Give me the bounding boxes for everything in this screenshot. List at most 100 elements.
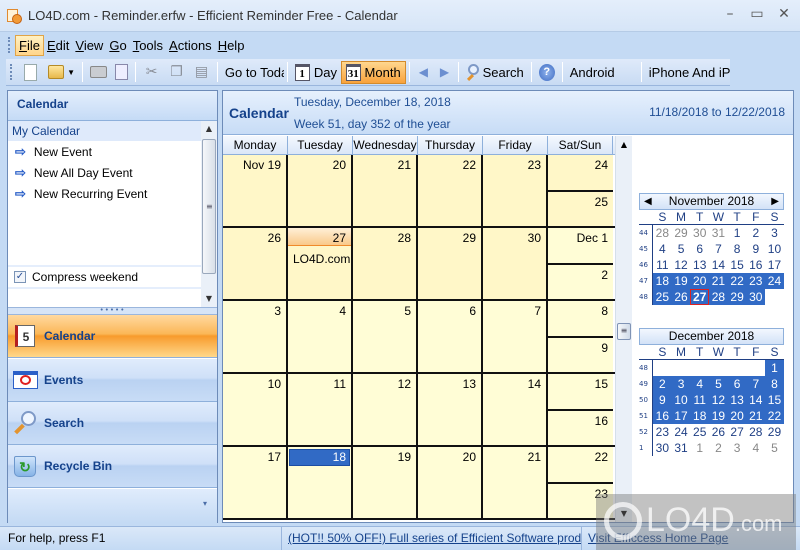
mini-calendar-day[interactable]: 24 [765, 273, 784, 289]
calendar-scrollbar[interactable]: ▲ ≡ ▼ [615, 136, 632, 522]
mini-calendar-day[interactable]: 14 [746, 392, 766, 408]
mini-calendar-day[interactable]: 28 [746, 424, 765, 440]
mini-calendar-day[interactable]: 18 [653, 273, 672, 289]
mini-calendar-day[interactable]: 28 [709, 289, 728, 305]
day-cell[interactable]: 7 [483, 301, 548, 372]
day-cell[interactable]: Nov 19 [223, 155, 288, 226]
maximize-button[interactable]: ▭ [745, 6, 769, 22]
day-cell[interactable]: 14 [483, 374, 548, 445]
sunday-cell[interactable]: 25 [548, 191, 613, 226]
help-button[interactable]: ? [535, 61, 559, 84]
nav-calendar[interactable]: 5 Calendar [8, 315, 217, 358]
scroll-thumb[interactable]: ≡ [617, 323, 631, 340]
checkbox-checked-icon[interactable]: ✓ [14, 271, 26, 283]
day-cell[interactable]: 26 [223, 228, 288, 299]
mini-calendar-day[interactable]: 23 [653, 424, 672, 440]
mini-calendar-day[interactable]: 11 [653, 257, 672, 273]
menu-go[interactable]: Go [106, 36, 129, 55]
mini-calendar-day[interactable]: 28 [653, 225, 672, 241]
mini-calendar-day[interactable]: 12 [709, 392, 728, 408]
mini-calendar-day[interactable]: 10 [671, 392, 691, 408]
mini-calendar-day[interactable]: 16 [653, 408, 672, 424]
chevron-down-icon[interactable]: ▾ [203, 499, 207, 508]
mini-calendar-day[interactable]: 13 [690, 257, 709, 273]
day-cell[interactable]: 4 [288, 301, 353, 372]
mini-calendar-day[interactable]: 9 [746, 241, 765, 257]
search-button[interactable]: Search [462, 61, 528, 84]
mini-calendar-day[interactable]: 3 [728, 440, 747, 456]
cut-button[interactable]: ✂ [139, 61, 164, 84]
mini-calendar-day[interactable]: 13 [727, 392, 747, 408]
menu-actions[interactable]: Actions [166, 36, 215, 55]
sunday-cell[interactable]: 9 [548, 337, 613, 372]
scroll-down-icon[interactable]: ▼ [201, 291, 217, 307]
nav-search[interactable]: Search [8, 402, 217, 445]
day-cell[interactable]: 13 [418, 374, 483, 445]
minimize-button[interactable]: – [718, 6, 742, 22]
nav-configure-button[interactable]: ▾ [8, 489, 217, 523]
toolbar-grip[interactable] [10, 64, 13, 80]
mini-calendar-day[interactable]: 10 [765, 241, 784, 257]
day-cell[interactable]: 3 [223, 301, 288, 372]
scroll-thumb[interactable]: ≡ [202, 139, 216, 274]
saturday-cell[interactable]: 24 [548, 155, 613, 192]
mini-calendar-day[interactable]: 15 [765, 392, 784, 408]
print-button[interactable] [86, 61, 111, 84]
day-cell[interactable]: 20 [418, 447, 483, 518]
dropdown-arrow-icon[interactable]: ▼ [67, 68, 75, 77]
mini-calendar-day[interactable]: 31 [672, 440, 691, 456]
day-cell[interactable]: 22 [418, 155, 483, 226]
menu-help[interactable]: Help [215, 36, 248, 55]
new-button[interactable] [17, 61, 44, 84]
mini-calendar-day[interactable]: 3 [671, 376, 691, 392]
mini-calendar-day[interactable]: 30 [653, 440, 672, 456]
android-button[interactable]: Android [566, 61, 638, 84]
print-preview-button[interactable] [111, 61, 132, 84]
mini-calendar-day[interactable]: 27 [728, 424, 747, 440]
menu-tools[interactable]: Tools [130, 36, 166, 55]
compress-weekend-checkbox[interactable]: ✓ Compress weekend [8, 265, 201, 289]
mini-calendar-day[interactable]: 26 [671, 289, 691, 305]
mini-calendar-day[interactable]: 7 [746, 376, 766, 392]
mini-calendar-day[interactable]: 8 [728, 241, 747, 257]
day-cell[interactable]: 18 [288, 447, 353, 518]
day-cell[interactable]: 20 [288, 155, 353, 226]
mini-calendar-day[interactable]: 18 [690, 408, 710, 424]
mini-calendar-day[interactable]: 6 [690, 241, 709, 257]
mini-calendar-day[interactable]: 1 [690, 440, 709, 456]
nav-recycle-bin[interactable]: ↻ Recycle Bin [8, 445, 217, 488]
day-cell[interactable]: 10 [223, 374, 288, 445]
mini-calendar-day[interactable]: 22 [727, 273, 747, 289]
mini-calendar-day[interactable]: 1 [765, 360, 784, 376]
next-arrow-icon[interactable]: ▶ [434, 65, 455, 79]
mini-calendar-day[interactable]: 5 [765, 440, 784, 456]
day-cell[interactable]: 6 [418, 301, 483, 372]
copy-button[interactable]: ❐ [164, 61, 189, 84]
menu-edit[interactable]: Edit [44, 36, 72, 55]
promo-link[interactable]: (HOT!! 50% OFF!) Full series of Efficien… [282, 527, 582, 550]
sunday-cell[interactable]: 16 [548, 410, 613, 445]
saturday-cell[interactable]: 8 [548, 301, 613, 338]
mini-calendar-day[interactable]: 20 [727, 408, 747, 424]
mini-calendar-day[interactable]: 2 [709, 440, 728, 456]
day-cell[interactable]: 29 [418, 228, 483, 299]
mini-calendar-day[interactable]: 30 [746, 289, 766, 305]
mini-calendar-day[interactable]: 14 [709, 257, 728, 273]
mini-calendar-day[interactable]: 19 [671, 273, 691, 289]
mini-calendar-day[interactable]: 4 [653, 241, 672, 257]
mini-calendar-day[interactable]: 26 [709, 424, 728, 440]
open-button[interactable]: ▼ [44, 61, 79, 84]
day-cell[interactable]: 5 [353, 301, 418, 372]
day-cell[interactable]: 12 [353, 374, 418, 445]
mini-calendar-day[interactable]: 9 [653, 392, 672, 408]
mini-calendar-day[interactable]: 17 [671, 408, 691, 424]
mini-calendar-day[interactable]: 25 [690, 424, 709, 440]
saturday-cell[interactable]: Dec 1 [548, 228, 613, 265]
day-cell[interactable]: 19 [353, 447, 418, 518]
nav-events[interactable]: Events [8, 359, 217, 402]
scroll-up-icon[interactable]: ▲ [616, 136, 632, 153]
mini-calendar-day[interactable]: 5 [709, 376, 728, 392]
day-cell[interactable]: 23 [483, 155, 548, 226]
close-button[interactable]: ✕ [772, 6, 796, 22]
mini-calendar-day[interactable]: 16 [746, 257, 765, 273]
